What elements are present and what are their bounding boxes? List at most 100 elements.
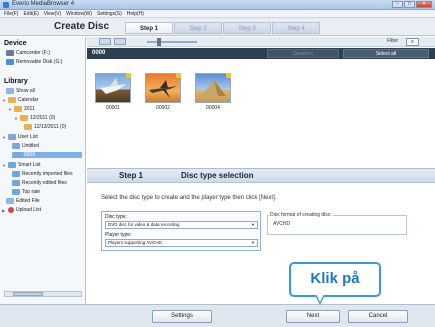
scrollbar-thumb[interactable]: [13, 292, 43, 296]
step-tabs: Step 1 Step 2 Step 3 Step 4: [125, 22, 321, 34]
sidebar-item-month[interactable]: ▼ 12/2011 (0): [14, 115, 55, 121]
folder-name: 0000: [92, 50, 106, 56]
disc-options-group: Disc type: DVD disc for video & data rec…: [101, 211, 261, 251]
list-icon: [14, 152, 22, 158]
create-disc-header: Create Disc Step 1 Step 2 Step 3 Step 4: [0, 18, 435, 36]
chevron-down-icon: ▼: [251, 222, 255, 227]
folder-bar: 0000 Deselect Select all: [87, 48, 435, 59]
settings-button[interactable]: Settings: [152, 310, 212, 323]
menu-bar: File(F) Edit(E) View(V) Window(W) Settin…: [0, 10, 435, 18]
menu-file[interactable]: File(F): [4, 10, 18, 17]
sidebar-item-show-all[interactable]: Show all: [6, 88, 35, 94]
menu-help[interactable]: Help(H): [127, 10, 144, 17]
page-title: Create Disc: [54, 21, 110, 32]
thumbnail-label: 00001: [106, 105, 120, 111]
view-toolbar: Filter ≡: [87, 37, 435, 47]
next-button[interactable]: Next: [286, 310, 340, 323]
sidebar-item-top-rate[interactable]: Top rate: [12, 189, 40, 195]
select-all-button[interactable]: Select all: [343, 49, 429, 58]
expand-arrow-icon[interactable]: ▼: [2, 163, 6, 168]
thumbnail-view-icon[interactable]: [99, 38, 111, 45]
bottom-bar: Settings Next Cancel: [0, 304, 435, 327]
upload-icon: [8, 207, 14, 213]
sidebar-item-selected[interactable]: 0000: [12, 152, 82, 158]
sidebar-item-recently-imported[interactable]: Recently imported files: [12, 171, 73, 177]
calendar-icon: [14, 106, 22, 112]
panel-title: Disc type selection: [181, 171, 254, 180]
checkbox-icon[interactable]: [226, 73, 231, 78]
close-icon[interactable]: ✕: [416, 1, 432, 8]
menu-window[interactable]: Window(W): [66, 10, 92, 17]
removable-disk-icon: [6, 59, 14, 65]
disc-format-title: Disc format of creating disc:: [269, 212, 333, 218]
callout-text: Klik på: [310, 270, 360, 287]
filter-dropdown[interactable]: ≡: [406, 38, 419, 46]
thumbnail-label: 00004: [206, 105, 220, 111]
calendar-icon: [24, 124, 32, 130]
thumbnail-size-slider[interactable]: [147, 41, 197, 43]
tab-step-3[interactable]: Step 3: [223, 22, 271, 34]
sidebar-item-year[interactable]: ▼ 2011: [8, 106, 35, 112]
expand-arrow-icon[interactable]: ▼: [2, 98, 6, 103]
sidebar-item-untitled[interactable]: Untitled: [12, 143, 39, 149]
deselect-button[interactable]: Deselect: [267, 49, 339, 58]
sidebar-item-edited-file[interactable]: Edited File: [6, 198, 40, 204]
player-type-select[interactable]: Players supporting AVCHD ▼: [105, 239, 258, 247]
panel-header: Step 1 Disc type selection: [87, 169, 435, 183]
filter-label: Filter: [387, 38, 399, 44]
tab-step-2[interactable]: Step 2: [174, 22, 222, 34]
sidebar-item-recently-edited[interactable]: Recently edited files: [12, 180, 67, 186]
sidebar-item-smart-list[interactable]: ▼ Smart List: [2, 162, 41, 168]
slider-handle[interactable]: [157, 38, 161, 46]
click-here-callout: Klik på: [289, 262, 381, 297]
smart-list-icon: [12, 171, 20, 177]
checkbox-icon[interactable]: [176, 73, 181, 78]
expand-arrow-icon[interactable]: ▼: [2, 135, 6, 140]
minimize-icon[interactable]: –: [392, 1, 403, 8]
menu-settings[interactable]: Settings(S): [97, 10, 122, 17]
device-section-title: Device: [4, 40, 27, 47]
disc-type-select[interactable]: DVD disc for video & data recording ▼: [105, 221, 258, 229]
thumbnail-00001[interactable]: [95, 73, 131, 103]
calendar-icon: [20, 115, 28, 121]
thumbnail-label: 00002: [156, 105, 170, 111]
thumbnail-00002[interactable]: [145, 73, 181, 103]
player-type-label: Player type:: [105, 232, 132, 238]
tab-step-1[interactable]: Step 1: [125, 22, 173, 34]
smart-list-icon: [12, 189, 20, 195]
thumbnail-00004[interactable]: [195, 73, 231, 103]
user-list-icon: [8, 134, 16, 140]
list-view-icon[interactable]: [114, 38, 126, 45]
calendar-icon: [8, 97, 16, 103]
sidebar-item-upload-list[interactable]: ▶ Upload List: [2, 207, 41, 213]
library-icon: [6, 88, 14, 94]
smart-list-icon: [8, 162, 16, 168]
sidebar-item-removable-disk[interactable]: Removable Disk (G:): [6, 59, 62, 65]
title-bar: Everio MediaBrowser 4 – □ ✕: [0, 0, 435, 10]
panel-step-label: Step 1: [119, 171, 144, 180]
sidebar-item-calendar[interactable]: ▼ Calendar: [2, 97, 38, 103]
instruction-text: Select the disc type to create and the p…: [101, 195, 277, 201]
sidebar-item-day[interactable]: 12/13/2011 (0): [24, 124, 66, 130]
camcorder-icon: [6, 50, 14, 56]
expand-arrow-icon[interactable]: ▶: [2, 208, 6, 213]
callout-pointer-fill: [316, 294, 324, 302]
smart-list-icon: [12, 180, 20, 186]
menu-edit[interactable]: Edit(E): [23, 10, 38, 17]
checkbox-icon[interactable]: [126, 73, 131, 78]
tab-step-4[interactable]: Step 4: [272, 22, 320, 34]
sidebar: Device Camcorder (F:) Removable Disk (G:…: [0, 37, 86, 304]
cancel-button[interactable]: Cancel: [348, 310, 408, 323]
sidebar-item-user-list[interactable]: ▼ User List: [2, 134, 38, 140]
sidebar-scrollbar[interactable]: [4, 291, 82, 297]
expand-arrow-icon[interactable]: ▼: [8, 107, 12, 112]
window-title: Everio MediaBrowser 4: [12, 1, 75, 7]
disc-type-label: Disc type:: [105, 214, 127, 220]
sidebar-item-camcorder[interactable]: Camcorder (F:): [6, 50, 50, 56]
jet-image-icon: [149, 80, 177, 98]
maximize-icon[interactable]: □: [404, 1, 415, 8]
menu-view[interactable]: View(V): [44, 10, 61, 17]
disc-format-value: AVCHD: [273, 221, 291, 227]
expand-arrow-icon[interactable]: ▼: [14, 116, 18, 121]
library-section-title: Library: [4, 78, 28, 85]
